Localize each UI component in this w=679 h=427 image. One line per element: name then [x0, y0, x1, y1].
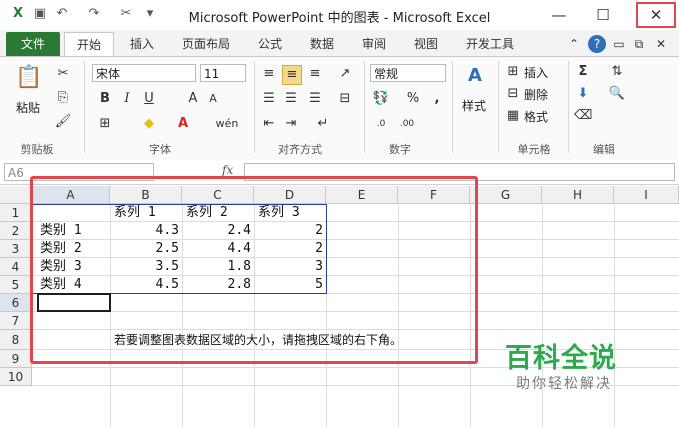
- wb-restore-icon[interactable]: ⧉: [632, 34, 646, 54]
- wrap-text-icon[interactable]: ↵: [314, 115, 332, 133]
- row-header[interactable]: 7: [0, 312, 32, 330]
- insert-cells-button[interactable]: 插入: [524, 64, 548, 81]
- row-header[interactable]: 1: [0, 204, 32, 222]
- styles-icon[interactable]: A: [462, 63, 488, 89]
- delete-cells-icon[interactable]: ⊟: [504, 85, 522, 103]
- tab-data[interactable]: 数据: [302, 34, 342, 54]
- maximize-button[interactable]: ☐: [580, 0, 626, 30]
- paste-icon[interactable]: 📋: [14, 63, 44, 93]
- clear-icon[interactable]: ⌫: [574, 107, 592, 125]
- collapse-ribbon-icon[interactable]: ⌃: [566, 34, 582, 54]
- cut-icon[interactable]: ✂: [54, 65, 72, 83]
- gridline: [614, 204, 615, 427]
- align-top-icon[interactable]: ≡: [260, 65, 278, 83]
- border-icon[interactable]: ⊞: [96, 115, 114, 133]
- gridline: [542, 204, 543, 427]
- insert-function-button[interactable]: fx: [222, 163, 233, 177]
- bold-button[interactable]: B: [96, 90, 114, 108]
- tab-formulas[interactable]: 公式: [250, 34, 290, 54]
- currency-icon[interactable]: 💱: [372, 90, 390, 108]
- group-divider: [498, 61, 499, 153]
- select-all-corner[interactable]: [0, 186, 32, 204]
- cells-group-label: 单元格: [517, 143, 551, 156]
- tab-home[interactable]: 开始: [64, 32, 114, 57]
- row-header[interactable]: 10: [0, 368, 32, 386]
- row-header[interactable]: 6: [0, 294, 32, 312]
- increase-decimal-icon[interactable]: .0: [372, 115, 390, 133]
- column-header[interactable]: H: [542, 186, 614, 204]
- row-header[interactable]: 8: [0, 330, 32, 350]
- tab-page-layout[interactable]: 页面布局: [174, 34, 238, 54]
- align-left-icon[interactable]: ☰: [260, 90, 278, 108]
- insert-cells-icon[interactable]: ⊞: [504, 63, 522, 81]
- tab-insert[interactable]: 插入: [120, 34, 164, 54]
- sort-filter-icon[interactable]: ⇅: [608, 63, 626, 81]
- help-icon[interactable]: ?: [588, 35, 606, 53]
- group-divider: [364, 61, 365, 153]
- autosum-button[interactable]: Σ: [574, 63, 592, 81]
- tab-view[interactable]: 视图: [406, 34, 446, 54]
- close-highlight-box: [636, 2, 676, 28]
- percent-button[interactable]: %: [404, 90, 422, 108]
- row-header[interactable]: 5: [0, 276, 32, 294]
- row-header[interactable]: 4: [0, 258, 32, 276]
- number-group-label: 数字: [389, 143, 411, 156]
- watermark-slogan: 助你轻松解决: [516, 376, 612, 392]
- styles-button[interactable]: 样式: [462, 97, 486, 114]
- align-right-icon[interactable]: ☰: [306, 90, 324, 108]
- wb-minimize-icon[interactable]: ▭: [612, 34, 626, 54]
- minimize-button[interactable]: —: [536, 0, 582, 30]
- column-header[interactable]: I: [614, 186, 679, 204]
- number-format-select[interactable]: 常规: [370, 64, 446, 82]
- row-header[interactable]: 3: [0, 240, 32, 258]
- ribbon-tabs: 文件 开始 插入 页面布局 公式 数据 审阅 视图 开发工具 ⌃ ? ▭ ⧉ ✕: [0, 30, 679, 57]
- merge-center-icon[interactable]: ⊟: [336, 90, 354, 108]
- group-divider: [452, 61, 453, 153]
- font-group-label: 字体: [149, 143, 171, 156]
- row-header[interactable]: 2: [0, 222, 32, 240]
- align-bottom-icon[interactable]: ≡: [306, 65, 324, 83]
- shrink-font-icon[interactable]: A: [204, 90, 222, 108]
- comma-button[interactable]: ,: [428, 90, 446, 108]
- align-center-icon[interactable]: ☰: [282, 90, 300, 108]
- alignment-group-label: 对齐方式: [278, 143, 322, 156]
- ribbon: 📋 粘贴 ✂ ⎘ 🖌 剪贴板 宋体 11 B I U A A ⊞ ◆ A wén…: [0, 56, 679, 161]
- group-divider: [84, 61, 85, 153]
- font-size-select[interactable]: 11: [200, 64, 246, 82]
- grow-font-button[interactable]: A: [184, 90, 202, 108]
- tab-review[interactable]: 审阅: [354, 34, 394, 54]
- underline-button[interactable]: U: [140, 90, 158, 108]
- tab-file[interactable]: 文件: [6, 32, 60, 56]
- decrease-indent-icon[interactable]: ⇤: [260, 115, 278, 133]
- row-header[interactable]: 9: [0, 350, 32, 368]
- editing-group-label: 编辑: [593, 143, 615, 156]
- tab-developer[interactable]: 开发工具: [458, 34, 522, 54]
- orientation-icon[interactable]: ↗: [336, 65, 354, 83]
- increase-indent-icon[interactable]: ⇥: [282, 115, 300, 133]
- italic-button[interactable]: I: [118, 90, 136, 108]
- find-select-icon[interactable]: 🔍: [608, 85, 626, 103]
- align-middle-icon[interactable]: ≡: [282, 65, 302, 85]
- watermark-brand: 百科全说: [505, 343, 617, 374]
- delete-cells-button[interactable]: 删除: [524, 86, 548, 103]
- fill-color-icon[interactable]: ◆: [140, 115, 158, 133]
- fill-down-icon[interactable]: ⬇: [574, 85, 592, 103]
- font-name-select[interactable]: 宋体: [92, 64, 196, 82]
- data-highlight-box: [30, 176, 478, 364]
- group-divider: [254, 61, 255, 153]
- clipboard-group-label: 剪贴板: [20, 143, 54, 156]
- phonetic-button[interactable]: wén: [214, 115, 240, 133]
- decrease-decimal-icon[interactable]: .00: [398, 115, 416, 133]
- copy-icon[interactable]: ⎘: [54, 89, 72, 107]
- group-divider: [568, 61, 569, 153]
- format-cells-button[interactable]: 格式: [524, 108, 548, 125]
- paste-button[interactable]: 粘贴: [16, 99, 40, 116]
- format-cells-icon[interactable]: ▦: [504, 107, 522, 125]
- wb-close-icon[interactable]: ✕: [654, 34, 668, 54]
- format-painter-icon[interactable]: 🖌: [54, 113, 72, 131]
- column-header[interactable]: G: [470, 186, 542, 204]
- title-bar: X ▣ ↶ ↷ ✂ ▾ Microsoft PowerPoint 中的图表 - …: [0, 0, 679, 31]
- font-color-icon[interactable]: A: [174, 115, 192, 133]
